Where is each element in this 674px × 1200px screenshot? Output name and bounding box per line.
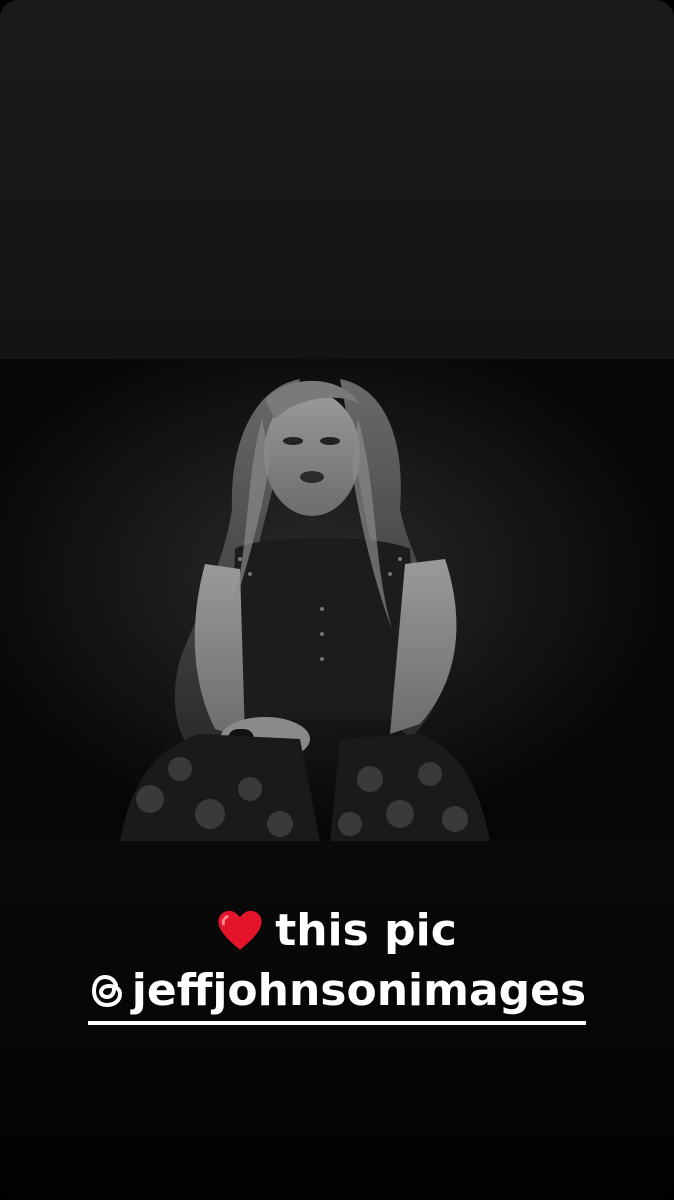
mention-link[interactable]: jeffjohnsonimages xyxy=(87,965,587,1025)
threads-icon xyxy=(91,974,122,1008)
red-heart-emoji-icon xyxy=(218,910,262,950)
caption-text: this pic xyxy=(275,905,457,956)
story-photo xyxy=(0,359,674,841)
performer-photo xyxy=(0,359,674,841)
mention-handle: jeffjohnsonimages xyxy=(131,965,587,1016)
story-caption: this pic jeffjohnsonimages xyxy=(0,903,674,1025)
caption-line: this pic xyxy=(0,903,674,959)
story-frame: this pic jeffjohnsonimages xyxy=(0,0,674,1200)
